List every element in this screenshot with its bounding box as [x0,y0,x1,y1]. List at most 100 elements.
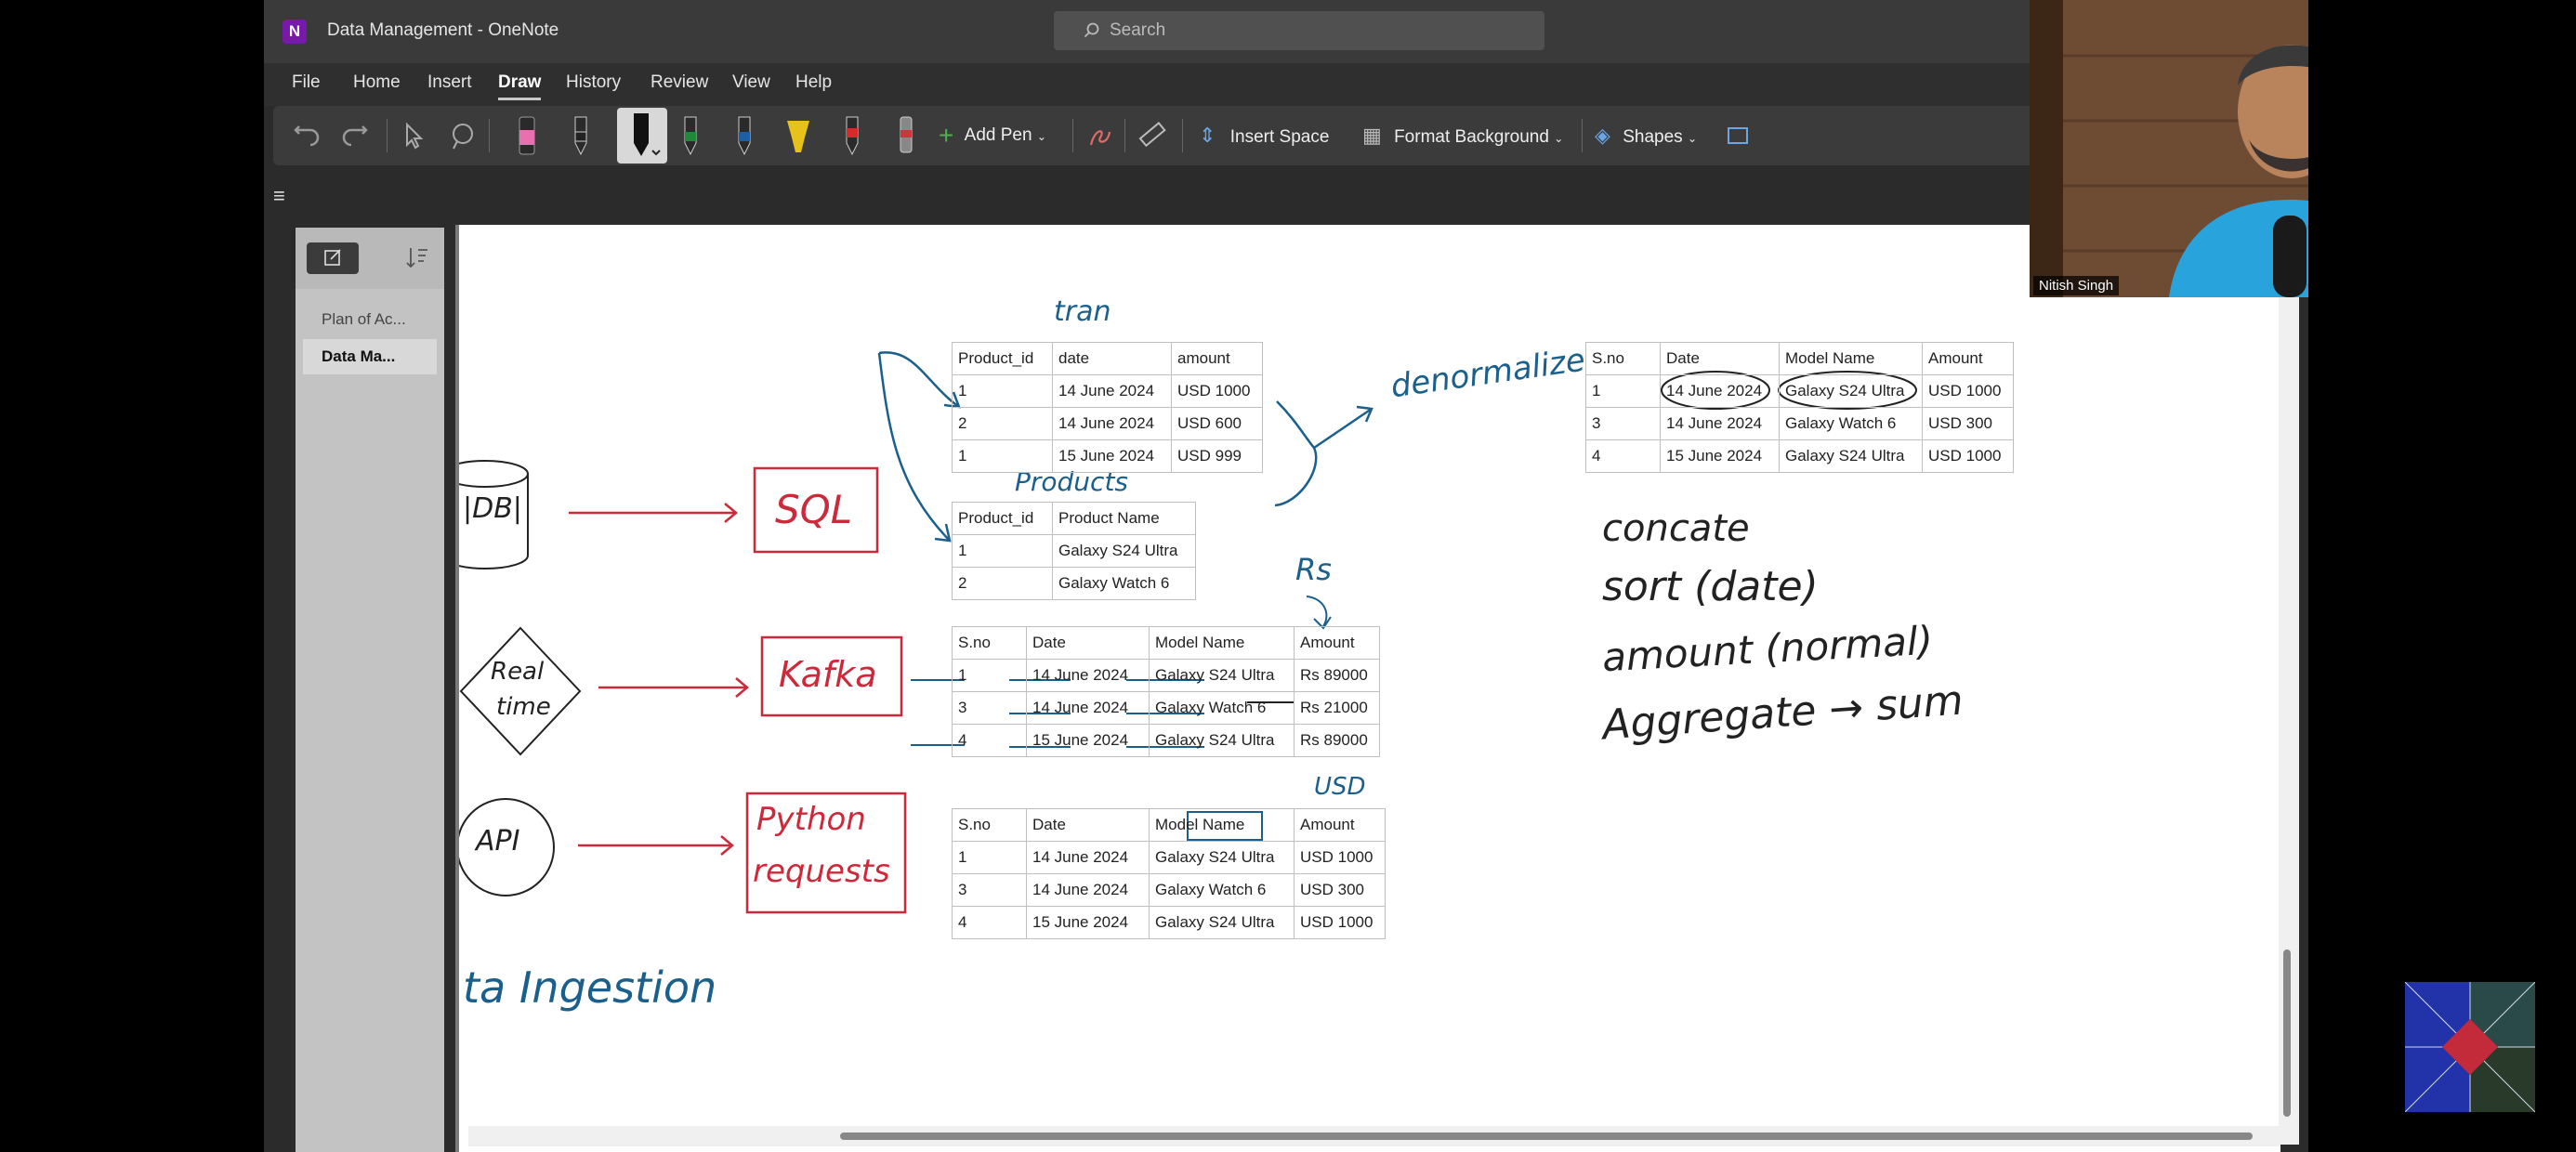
ink-label-tran: tran [1054,295,1111,328]
table-cell: USD 1000 [1294,906,1386,939]
presenter-video: Nitish Singh [2030,0,2308,297]
page-item-data-management[interactable]: Data Ma... [303,339,437,374]
table-row: 3 14 June 2024 Galaxy Watch 6 USD 300 [952,873,1386,907]
table-cell: USD 1000 [1171,374,1263,408]
realtime-diamond [459,626,582,756]
table-cell: Rs 21000 [1294,691,1380,725]
vertical-scrollbar[interactable] [2279,225,2299,1145]
plus-icon: + [939,121,954,150]
ink-to-shape-icon[interactable] [1085,121,1115,158]
table-cell: USD 1000 [1922,439,2014,473]
table-cell: Galaxy Watch 6 [1779,407,1923,440]
table-cell: 1 [1585,374,1661,408]
vertical-scroll-thumb[interactable] [2283,949,2291,1117]
table-header: Date [1026,808,1150,842]
select-cursor-icon[interactable] [400,121,427,158]
search-icon [1084,22,1099,38]
blue-arrow-to-transactions [878,351,961,409]
menu-help[interactable]: Help [795,72,832,93]
note-canvas[interactable]: tran denormalize Products Rs USD |DB| SQ… [459,225,2280,1152]
ink-step-concate: concate [1602,507,1750,550]
table-row: 3 14 June 2024 Galaxy Watch 6 USD 300 [1585,407,2014,440]
menu-home[interactable]: Home [353,72,401,93]
table-row: 4 15 June 2024 Galaxy S24 Ultra Rs 89000 [952,724,1380,757]
pen-action-icon[interactable] [890,111,922,160]
format-background-button[interactable]: ▦ Format Background ⌄ [1362,117,1563,154]
horizontal-scroll-thumb[interactable] [840,1132,2253,1140]
chevron-down-icon: ⌄ [1036,130,1046,144]
undo-icon[interactable] [292,121,322,158]
table-cell: 14 June 2024 [1660,407,1780,440]
hamburger-menu-icon[interactable]: ≡ [273,184,285,208]
ribbon-separator [387,119,388,152]
menu-draw[interactable]: Draw [498,72,542,100]
products-table[interactable]: Product_id Product Name 1 Galaxy S24 Ultra… [952,502,1196,600]
table-cell: Galaxy Watch 6 [1149,873,1295,907]
insert-space-button[interactable]: ⇕ Insert Space [1199,117,1329,154]
highlighter-yellow-icon[interactable] [782,111,814,160]
table-cell: USD 1000 [1922,374,2014,408]
red-arrow [569,503,738,523]
convert-ink-icon[interactable] [1723,121,1753,158]
menu-insert[interactable]: Insert [427,72,472,93]
table-header: Product Name [1052,502,1196,535]
title-bar: N Data Management - OneNote Search [264,0,2308,63]
table-row: 4 15 June 2024 Galaxy S24 Ultra USD 1000 [1585,439,2014,473]
ink-label-rs: Rs [1295,552,1332,587]
redo-icon[interactable] [340,121,370,158]
table-row: 1 15 June 2024 USD 999 [952,439,1263,473]
table-cell: Galaxy S24 Ultra [1779,439,1923,473]
menu-review[interactable]: Review [651,72,708,93]
denormalized-result-table[interactable]: S.no Date Model Name Amount 1 14 June 2024 Ga… [1585,342,2014,473]
api-response-table[interactable]: S.no Date Model Name Amount 1 14 June 2024 Ga… [952,808,1386,939]
menu-bar: File Home Insert Draw History Review Vie… [264,63,2308,106]
ribbon-separator [1124,119,1125,152]
lasso-select-icon[interactable] [448,121,478,158]
transactions-table[interactable]: Product_id date amount 1 14 June 2024 USD 10… [952,342,1263,473]
menu-file[interactable]: File [292,72,321,93]
table-header: Date [1026,626,1150,660]
table-header: amount [1171,342,1263,375]
shapes-button[interactable]: ◈ Shapes ⌄ [1595,117,1697,154]
ink-label-usd: USD [1314,773,1366,801]
ink-label-requests: requests [753,853,890,890]
insert-space-icon: ⇕ [1199,124,1216,147]
ink-step-sort: sort (date) [1602,563,1819,610]
table-cell: 4 [952,906,1027,939]
kafka-stream-table[interactable]: S.no Date Model Name Amount 1 14 June 2024 Ga… [952,626,1380,757]
selected-pen-slot[interactable] [617,108,667,164]
table-cell: 14 June 2024 [1026,841,1150,874]
ruler-icon[interactable] [1137,121,1167,158]
pen-green-icon[interactable] [675,111,706,160]
page-item-plan-of-action[interactable]: Plan of Ac... [303,302,437,337]
pen-blue-icon[interactable] [729,111,760,160]
pen-pink-icon[interactable] [511,111,543,160]
table-cell: 1 [952,374,1053,408]
blue-arrow-to-products [877,352,952,543]
menu-history[interactable]: History [566,72,621,93]
sort-pages-icon[interactable] [401,242,431,272]
search-box[interactable]: Search [1054,11,1544,50]
horizontal-scrollbar[interactable] [468,1126,2280,1146]
add-page-button[interactable] [307,242,359,274]
format-background-icon: ▦ [1362,124,1382,147]
chevron-down-icon: ⌄ [1687,132,1697,145]
pen-red-icon[interactable] [836,111,868,160]
table-cell: 15 June 2024 [1026,724,1150,757]
format-background-label: Format Background [1394,127,1549,147]
table-header: Amount [1294,626,1380,660]
menu-view[interactable]: View [732,72,770,93]
pen-black-icon[interactable] [565,111,597,160]
table-cell: Galaxy S24 Ultra [1149,906,1295,939]
ink-label-sql: SQL [775,487,853,532]
add-pen-button[interactable]: + Add Pen ⌄ [939,117,1046,154]
table-cell: 1 [952,534,1053,568]
table-cell: 15 June 2024 [1660,439,1780,473]
table-header: Product_id [952,502,1053,535]
table-cell: 2 [952,567,1053,600]
table-header: Date [1660,342,1780,375]
table-cell: 3 [952,691,1027,725]
presenter-silhouette [2030,0,2308,297]
table-cell: USD 1000 [1294,841,1386,874]
presenter-name-tag: Nitish Singh [2033,276,2120,295]
